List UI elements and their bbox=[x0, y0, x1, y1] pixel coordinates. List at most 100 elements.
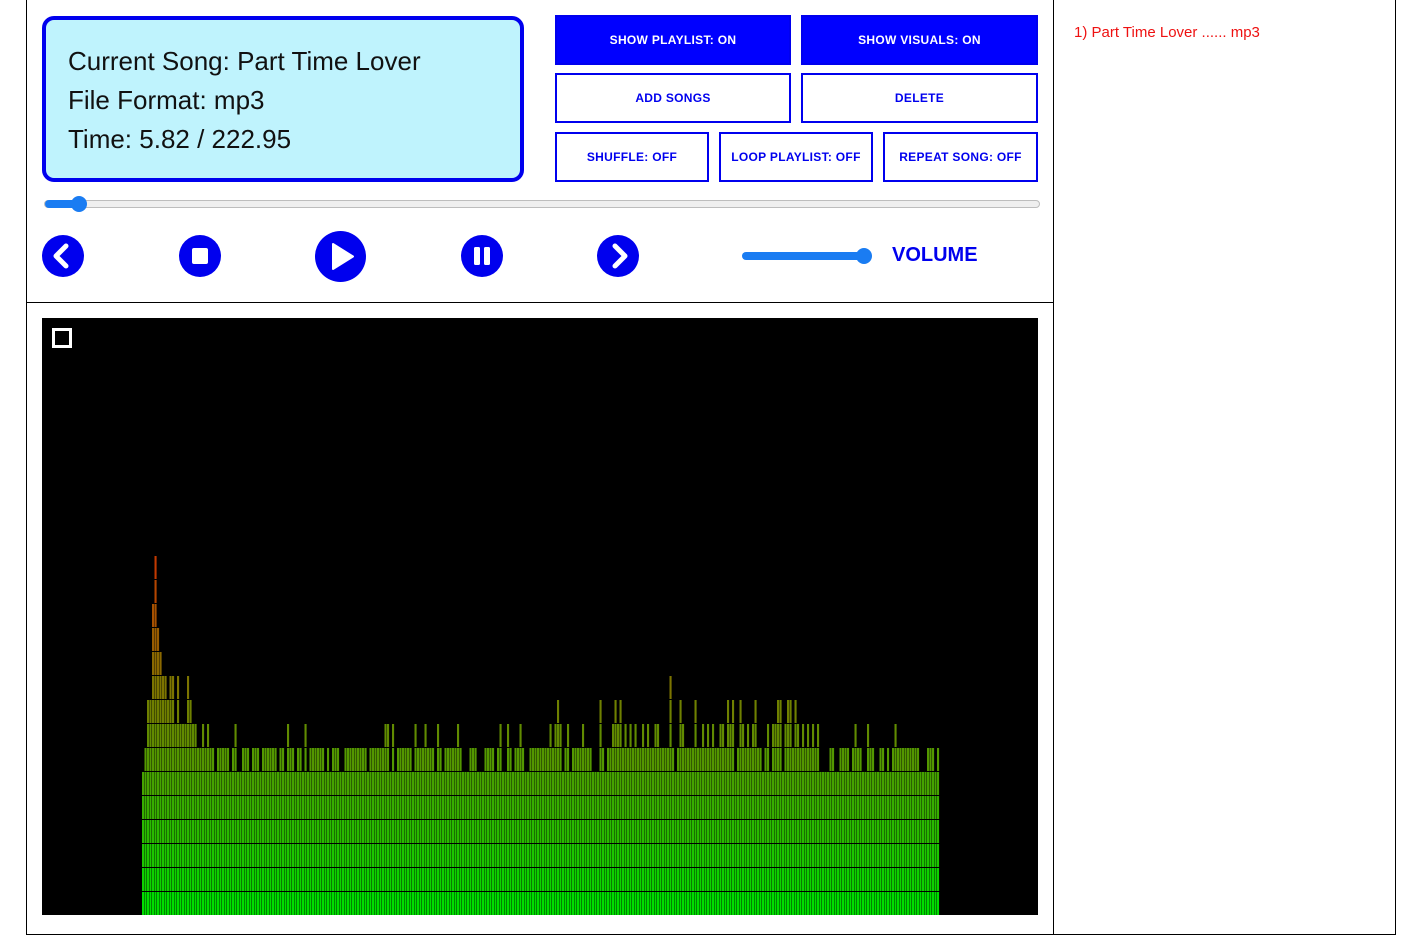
spectrum-segment bbox=[852, 796, 855, 819]
spectrum-segment bbox=[217, 844, 220, 867]
stop-button[interactable] bbox=[179, 235, 221, 277]
add-songs-button[interactable]: ADD SONGS bbox=[555, 73, 791, 123]
spectrum-segment bbox=[302, 844, 305, 867]
spectrum-segment bbox=[817, 820, 820, 843]
spectrum-segment bbox=[694, 844, 697, 867]
spectrum-segment bbox=[324, 868, 327, 891]
spectrum-segment bbox=[414, 724, 417, 747]
shuffle-button[interactable]: SHUFFLE: OFF bbox=[555, 132, 709, 182]
spectrum-segment bbox=[594, 868, 597, 891]
spectrum-segment bbox=[652, 892, 655, 915]
spectrum-segment bbox=[552, 796, 555, 819]
spectrum-segment bbox=[229, 844, 232, 867]
spectrum-segment bbox=[262, 748, 265, 771]
spectrum-segment bbox=[689, 748, 692, 771]
spectrum-segment bbox=[184, 772, 187, 795]
spectrum-segment bbox=[902, 772, 905, 795]
seek-slider[interactable] bbox=[44, 196, 1040, 212]
spectrum-segment bbox=[144, 820, 147, 843]
visual-mode-toggle[interactable] bbox=[52, 328, 72, 348]
spectrum-segment bbox=[144, 796, 147, 819]
spectrum-segment bbox=[712, 892, 715, 915]
show-visuals-button[interactable]: SHOW VISUALS: ON bbox=[801, 15, 1038, 65]
spectrum-segment bbox=[332, 868, 335, 891]
next-button[interactable] bbox=[597, 235, 639, 277]
spectrum-segment bbox=[264, 868, 267, 891]
spectrum-segment bbox=[467, 772, 470, 795]
spectrum-segment bbox=[202, 820, 205, 843]
spectrum-segment bbox=[434, 892, 437, 915]
spectrum-segment bbox=[347, 892, 350, 915]
spectrum-segment bbox=[397, 772, 400, 795]
spectrum-segment bbox=[522, 796, 525, 819]
spectrum-segment bbox=[367, 796, 370, 819]
spectrum-segment bbox=[639, 796, 642, 819]
spectrum-segment bbox=[484, 892, 487, 915]
spectrum-segment bbox=[294, 796, 297, 819]
volume-slider[interactable] bbox=[742, 248, 872, 264]
spectrum-segment bbox=[772, 724, 775, 747]
show-playlist-button[interactable]: SHOW PLAYLIST: ON bbox=[555, 15, 791, 65]
spectrum-segment bbox=[514, 820, 517, 843]
spectrum-segment bbox=[764, 892, 767, 915]
pause-button[interactable] bbox=[461, 235, 503, 277]
spectrum-segment bbox=[797, 796, 800, 819]
spectrum-segment bbox=[439, 796, 442, 819]
spectrum-segment bbox=[347, 820, 350, 843]
spectrum-segment bbox=[614, 772, 617, 795]
spectrum-segment bbox=[874, 868, 877, 891]
delete-button[interactable]: DELETE bbox=[801, 73, 1038, 123]
spectrum-segment bbox=[707, 772, 710, 795]
spectrum-segment bbox=[462, 844, 465, 867]
spectrum-segment bbox=[904, 772, 907, 795]
spectrum-segment bbox=[209, 772, 212, 795]
previous-button[interactable] bbox=[42, 235, 84, 277]
spectrum-segment bbox=[692, 772, 695, 795]
spectrum-segment bbox=[507, 820, 510, 843]
spectrum-segment bbox=[299, 892, 302, 915]
spectrum-segment bbox=[524, 844, 527, 867]
spectrum-segment bbox=[917, 748, 920, 771]
spectrum-segment bbox=[534, 844, 537, 867]
spectrum-segment bbox=[334, 820, 337, 843]
spectrum-segment bbox=[552, 868, 555, 891]
spectrum-segment bbox=[734, 772, 737, 795]
spectrum-segment bbox=[197, 892, 200, 915]
spectrum-segment bbox=[792, 772, 795, 795]
spectrum-segment bbox=[599, 892, 602, 915]
spectrum-segment bbox=[827, 820, 830, 843]
spectrum-segment bbox=[752, 772, 755, 795]
spectrum-segment bbox=[564, 844, 567, 867]
loop-playlist-button[interactable]: LOOP PLAYLIST: OFF bbox=[719, 132, 873, 182]
spectrum-segment bbox=[907, 892, 910, 915]
spectrum-segment bbox=[147, 820, 150, 843]
spectrum-segment bbox=[834, 772, 837, 795]
spectrum-segment bbox=[252, 844, 255, 867]
spectrum-segment bbox=[627, 772, 630, 795]
spectrum-segment bbox=[854, 772, 857, 795]
repeat-song-button[interactable]: REPEAT SONG: OFF bbox=[883, 132, 1038, 182]
spectrum-segment bbox=[704, 772, 707, 795]
seek-handle[interactable] bbox=[70, 196, 87, 212]
spectrum-segment bbox=[222, 892, 225, 915]
spectrum-segment bbox=[652, 748, 655, 771]
play-button[interactable] bbox=[315, 231, 366, 282]
spectrum-segment bbox=[842, 748, 845, 771]
spectrum-segment bbox=[929, 892, 932, 915]
spectrum-segment bbox=[672, 796, 675, 819]
spectrum-segment bbox=[744, 868, 747, 891]
spectrum-segment bbox=[549, 724, 552, 747]
spectrum-segment bbox=[509, 772, 512, 795]
spectrum-segment bbox=[452, 748, 455, 771]
spectrum-segment bbox=[464, 844, 467, 867]
playlist-item[interactable]: 1) Part Time Lover ...... mp3 bbox=[1074, 24, 1260, 41]
spectrum-segment bbox=[659, 868, 662, 891]
volume-handle[interactable] bbox=[856, 248, 872, 264]
spectrum-segment bbox=[739, 700, 742, 723]
spectrum-segment bbox=[752, 820, 755, 843]
spectrum-segment bbox=[757, 868, 760, 891]
spectrum-segment bbox=[357, 796, 360, 819]
spectrum-segment bbox=[934, 796, 937, 819]
spectrum-segment bbox=[809, 892, 812, 915]
spectrum-segment bbox=[727, 796, 730, 819]
